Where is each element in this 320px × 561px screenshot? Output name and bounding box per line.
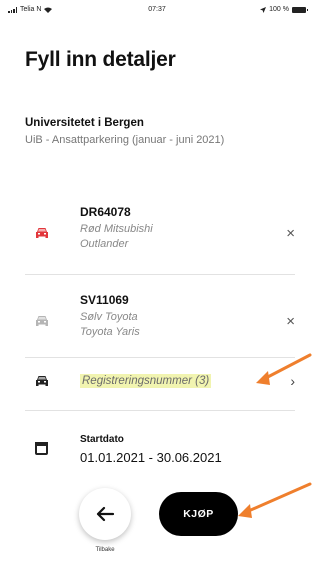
vehicle-plate: SV11069 — [80, 293, 129, 307]
calendar-icon — [35, 442, 48, 455]
car-icon — [36, 316, 48, 326]
close-icon[interactable]: × — [286, 313, 295, 330]
divider — [25, 274, 295, 275]
vehicle-description: Sølv Toyota Toyota Yaris — [80, 311, 140, 338]
back-button[interactable] — [79, 488, 131, 540]
registration-number-row[interactable]: Registreringsnummer (3) › — [25, 364, 295, 400]
organization-name: Universitetet i Bergen — [25, 117, 144, 129]
location-icon — [260, 6, 267, 13]
registration-number-label: Registreringsnummer (3) — [80, 374, 212, 388]
divider — [25, 410, 295, 411]
start-date-label: Startdato — [80, 434, 124, 445]
divider — [25, 357, 295, 358]
car-icon — [36, 228, 48, 238]
vehicle-plate: DR64078 — [80, 205, 131, 219]
annotation-arrow — [238, 353, 312, 518]
organization-info: Universitetet i Bergen UiB - Ansattparke… — [25, 117, 285, 147]
back-arrow-icon — [96, 506, 115, 522]
chevron-right-icon: › — [290, 373, 295, 389]
start-date-value: 01.01.2021 - 30.06.2021 — [80, 450, 222, 465]
vehicle-description: Rød Mitsubishi Outlander — [80, 223, 153, 250]
back-label: Tilbake — [95, 547, 115, 553]
buy-button[interactable]: KJØP — [159, 492, 238, 536]
car-icon — [36, 376, 48, 386]
close-icon[interactable]: × — [286, 225, 295, 242]
organization-description: UiB - Ansattparkering (januar - juni 202… — [25, 134, 225, 146]
battery-percent: 100 % — [269, 6, 289, 13]
battery-icon — [292, 6, 308, 13]
status-right: 100 % — [260, 6, 308, 13]
status-bar: Telia N 07:37 100 % — [0, 0, 314, 22]
page-title: Fyll inn detaljer — [25, 48, 176, 71]
start-date-row[interactable]: Startdato 01.01.2021 - 30.06.2021 — [25, 428, 295, 468]
